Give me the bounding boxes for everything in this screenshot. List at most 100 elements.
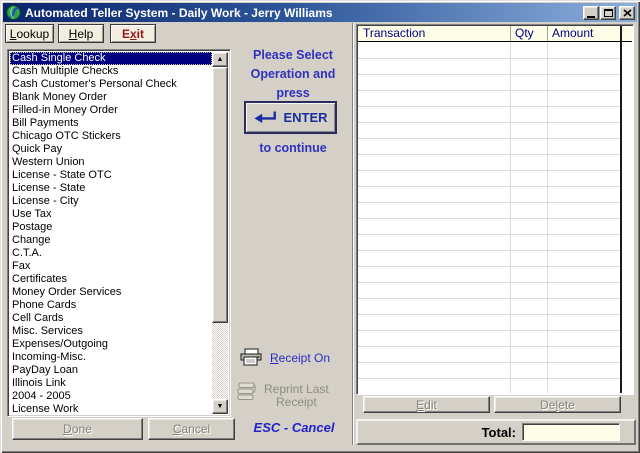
titlebar: Automated Teller System - Daily Work - J… (3, 3, 637, 22)
grid-line-vertical (510, 43, 511, 393)
receipt-on-button[interactable]: Receipt On (239, 348, 330, 367)
list-item[interactable]: Bill Payments (10, 117, 212, 130)
table-row[interactable] (358, 171, 620, 187)
reprint-last-receipt-label: Reprint Last Receipt (264, 383, 329, 409)
app-icon (6, 5, 21, 20)
list-item[interactable]: License Work (10, 403, 212, 414)
list-item[interactable]: Western Union (10, 156, 212, 169)
scroll-down-button[interactable]: ▼ (212, 399, 228, 414)
table-row[interactable] (358, 299, 620, 315)
exit-button[interactable]: Exit (110, 24, 156, 43)
list-item[interactable]: Money Order Services (10, 286, 212, 299)
total-label: Total: (458, 425, 516, 440)
list-item[interactable]: C.T.A. (10, 247, 212, 260)
scroll-up-button[interactable]: ▲ (212, 52, 228, 67)
minimize-icon (587, 10, 595, 18)
transaction-table[interactable]: Transaction Qty Amount (356, 24, 634, 395)
minimize-button[interactable] (583, 6, 599, 20)
maximize-button[interactable] (600, 6, 616, 20)
enter-button[interactable]: ENTER (244, 101, 337, 134)
list-item[interactable]: License - State OTC (10, 169, 212, 182)
help-button[interactable]: Help (58, 24, 104, 43)
table-row[interactable] (358, 315, 620, 331)
table-header: Transaction Qty Amount (358, 26, 632, 42)
list-item[interactable]: Fax (10, 260, 212, 273)
list-item[interactable]: Change (10, 234, 212, 247)
table-row[interactable] (358, 219, 620, 235)
reprint-line-2: Receipt (276, 395, 317, 409)
window-title: Automated Teller System - Daily Work - J… (25, 6, 333, 20)
list-item[interactable]: Use Tax (10, 208, 212, 221)
enter-button-label: ENTER (283, 110, 327, 125)
maximize-icon (604, 9, 613, 17)
prompt-line-3: press (232, 86, 354, 100)
edit-button[interactable]: Edit (363, 396, 490, 413)
list-item[interactable]: Quick Pay (10, 143, 212, 156)
list-item[interactable]: Phone Cards (10, 299, 212, 312)
list-item[interactable]: Illinois Link (10, 377, 212, 390)
column-header-qty: Qty (515, 26, 534, 42)
table-body (358, 43, 620, 393)
list-item[interactable]: PayDay Loan (10, 364, 212, 377)
list-item[interactable]: Filled-in Money Order (10, 104, 212, 117)
reprint-last-receipt-button[interactable]: Reprint Last Receipt (236, 381, 329, 409)
done-button[interactable]: Done (12, 418, 143, 440)
table-row[interactable] (358, 75, 620, 91)
table-row[interactable] (358, 155, 620, 171)
printer-icon (239, 348, 263, 367)
table-row[interactable] (358, 43, 620, 59)
reprint-line-1: Reprint Last (264, 382, 329, 396)
scrollbar-thumb[interactable] (212, 67, 228, 323)
list-item[interactable]: Postage (10, 221, 212, 234)
table-row[interactable] (358, 235, 620, 251)
table-row[interactable] (358, 187, 620, 203)
table-row[interactable] (358, 347, 620, 363)
continue-text: to continue (232, 141, 354, 155)
table-row[interactable] (358, 107, 620, 123)
table-row[interactable] (358, 379, 620, 393)
table-row[interactable] (358, 251, 620, 267)
grid-edge-line (620, 26, 622, 393)
list-item[interactable]: License - City (10, 195, 212, 208)
list-item[interactable]: Incoming-Misc. (10, 351, 212, 364)
panel-divider (352, 23, 353, 445)
esc-cancel-text: ESC - Cancel (232, 420, 356, 435)
list-item[interactable]: Chicago OTC Stickers (10, 130, 212, 143)
column-header-amount: Amount (552, 26, 593, 42)
table-row[interactable] (358, 363, 620, 379)
operations-list: Cash Single CheckCash Multiple ChecksCas… (10, 52, 212, 414)
total-panel: Total: (356, 419, 636, 445)
list-item[interactable]: Cell Cards (10, 312, 212, 325)
column-separator (547, 26, 548, 41)
table-row[interactable] (358, 123, 620, 139)
return-arrow-icon (253, 110, 277, 125)
list-item[interactable]: Cash Multiple Checks (10, 65, 212, 78)
table-row[interactable] (358, 91, 620, 107)
prompt-line-2: Operation and (232, 67, 354, 81)
app-window: Automated Teller System - Daily Work - J… (0, 0, 640, 453)
total-input[interactable] (522, 423, 620, 441)
table-row[interactable] (358, 59, 620, 75)
close-button[interactable] (619, 6, 635, 20)
column-separator (510, 26, 511, 41)
list-item[interactable]: Blank Money Order (10, 91, 212, 104)
list-item[interactable]: License - State (10, 182, 212, 195)
list-item[interactable]: Cash Single Check (10, 52, 212, 65)
list-item[interactable]: 2004 - 2005 (10, 390, 212, 403)
cancel-button[interactable]: Cancel (148, 418, 235, 440)
delete-button[interactable]: Delete (494, 396, 621, 413)
table-row[interactable] (358, 139, 620, 155)
list-item[interactable]: Misc. Services (10, 325, 212, 338)
list-item[interactable]: Cash Customer's Personal Check (10, 78, 212, 91)
list-item[interactable]: Expenses/Outgoing (10, 338, 212, 351)
table-row[interactable] (358, 203, 620, 219)
close-icon (623, 9, 632, 17)
table-row[interactable] (358, 331, 620, 347)
table-row[interactable] (358, 283, 620, 299)
lookup-button[interactable]: Lookup (5, 24, 54, 43)
table-row[interactable] (358, 267, 620, 283)
scrollbar-track[interactable]: ▲ ▼ (212, 52, 228, 414)
list-item[interactable]: Certificates (10, 273, 212, 286)
prompt-line-1: Please Select (232, 48, 354, 62)
operations-listbox[interactable]: Cash Single CheckCash Multiple ChecksCas… (7, 49, 231, 417)
